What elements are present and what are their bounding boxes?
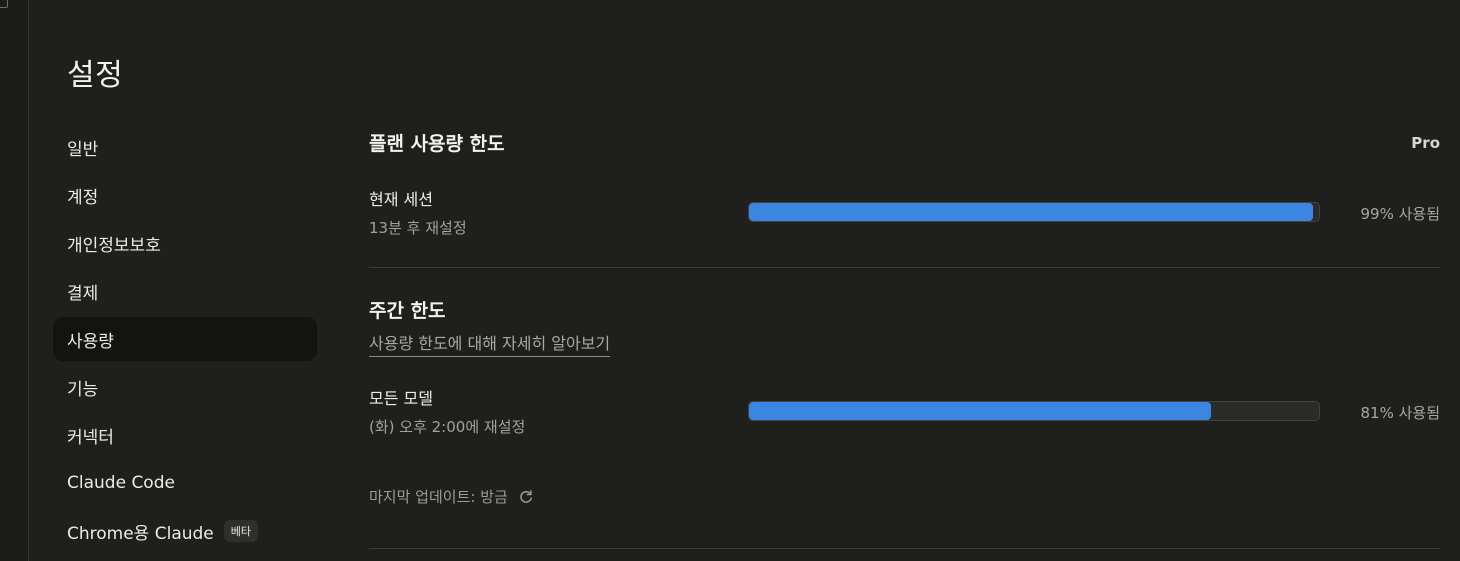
plan-limits-title: 플랜 사용량 한도 bbox=[369, 133, 505, 155]
nav-item-general[interactable]: 일반 bbox=[53, 125, 317, 169]
nav-item-account[interactable]: 계정 bbox=[53, 173, 317, 217]
last-updated-text: 마지막 업데이트: 방금 bbox=[369, 488, 508, 506]
nav-item-label: 개인정보보호 bbox=[67, 235, 161, 256]
nav-item-connectors[interactable]: 커넥터 bbox=[53, 413, 317, 457]
left-rail bbox=[0, 0, 29, 561]
current-session-progress-fill bbox=[749, 203, 1314, 221]
page-title: 설정 bbox=[67, 58, 124, 93]
nav-item-label: 커넥터 bbox=[67, 427, 114, 448]
nav-item-usage[interactable]: 사용량 bbox=[53, 317, 317, 361]
current-session-label: 현재 세션 bbox=[369, 190, 433, 209]
nav-item-label: Claude Code bbox=[67, 473, 175, 493]
nav-item-label: Chrome용 Claude bbox=[67, 523, 214, 544]
plan-limits-header: 플랜 사용량 한도 Pro bbox=[369, 129, 1440, 156]
nav-item-privacy[interactable]: 개인정보보호 bbox=[53, 221, 317, 265]
all-models-progress-fill bbox=[749, 402, 1211, 420]
learn-more-link[interactable]: 사용량 한도에 대해 자세히 알아보기 bbox=[369, 330, 611, 357]
settings-window: 설정 일반 계정 개인정보보호 결제 사용량 기능 커넥터 Claude Cod… bbox=[0, 0, 1460, 561]
settings-nav: 일반 계정 개인정보보호 결제 사용량 기능 커넥터 Claude Code C… bbox=[53, 125, 317, 557]
all-models-percent: 81% 사용됨 bbox=[1360, 404, 1440, 422]
rail-corner-mark bbox=[0, 0, 8, 8]
nav-item-claude-code[interactable]: Claude Code bbox=[53, 461, 317, 505]
last-updated: 마지막 업데이트: 방금 bbox=[369, 486, 534, 507]
current-session-row: 현재 세션 13분 후 재설정 99% 사용됨 bbox=[369, 186, 1440, 246]
beta-badge: 베타 bbox=[223, 520, 259, 542]
nav-item-capabilities[interactable]: 기능 bbox=[53, 365, 317, 409]
nav-item-label: 결제 bbox=[67, 283, 99, 304]
all-models-reset: (화) 오후 2:00에 재설정 bbox=[369, 418, 526, 436]
current-session-reset: 13분 후 재설정 bbox=[369, 219, 467, 237]
nav-item-billing[interactable]: 결제 bbox=[53, 269, 317, 313]
all-models-label: 모든 모델 bbox=[369, 389, 433, 408]
current-session-percent: 99% 사용됨 bbox=[1360, 205, 1440, 223]
refresh-icon[interactable] bbox=[518, 489, 534, 505]
nav-item-claude-in-chrome[interactable]: Chrome용 Claude 베타 bbox=[53, 509, 317, 553]
weekly-limits-header: 주간 한도 bbox=[369, 296, 446, 323]
all-models-row: 모든 모델 (화) 오후 2:00에 재설정 81% 사용됨 bbox=[369, 385, 1440, 445]
current-session-progress bbox=[748, 202, 1320, 222]
all-models-progress bbox=[748, 401, 1320, 421]
nav-item-label: 일반 bbox=[67, 139, 99, 160]
weekly-limits-title: 주간 한도 bbox=[369, 300, 446, 322]
nav-item-label: 사용량 bbox=[67, 331, 114, 352]
nav-item-label: 계정 bbox=[67, 187, 99, 208]
section-divider bbox=[369, 267, 1440, 268]
nav-item-label: 기능 bbox=[67, 379, 99, 400]
bottom-divider bbox=[369, 548, 1440, 549]
plan-tag: Pro bbox=[1411, 133, 1440, 152]
